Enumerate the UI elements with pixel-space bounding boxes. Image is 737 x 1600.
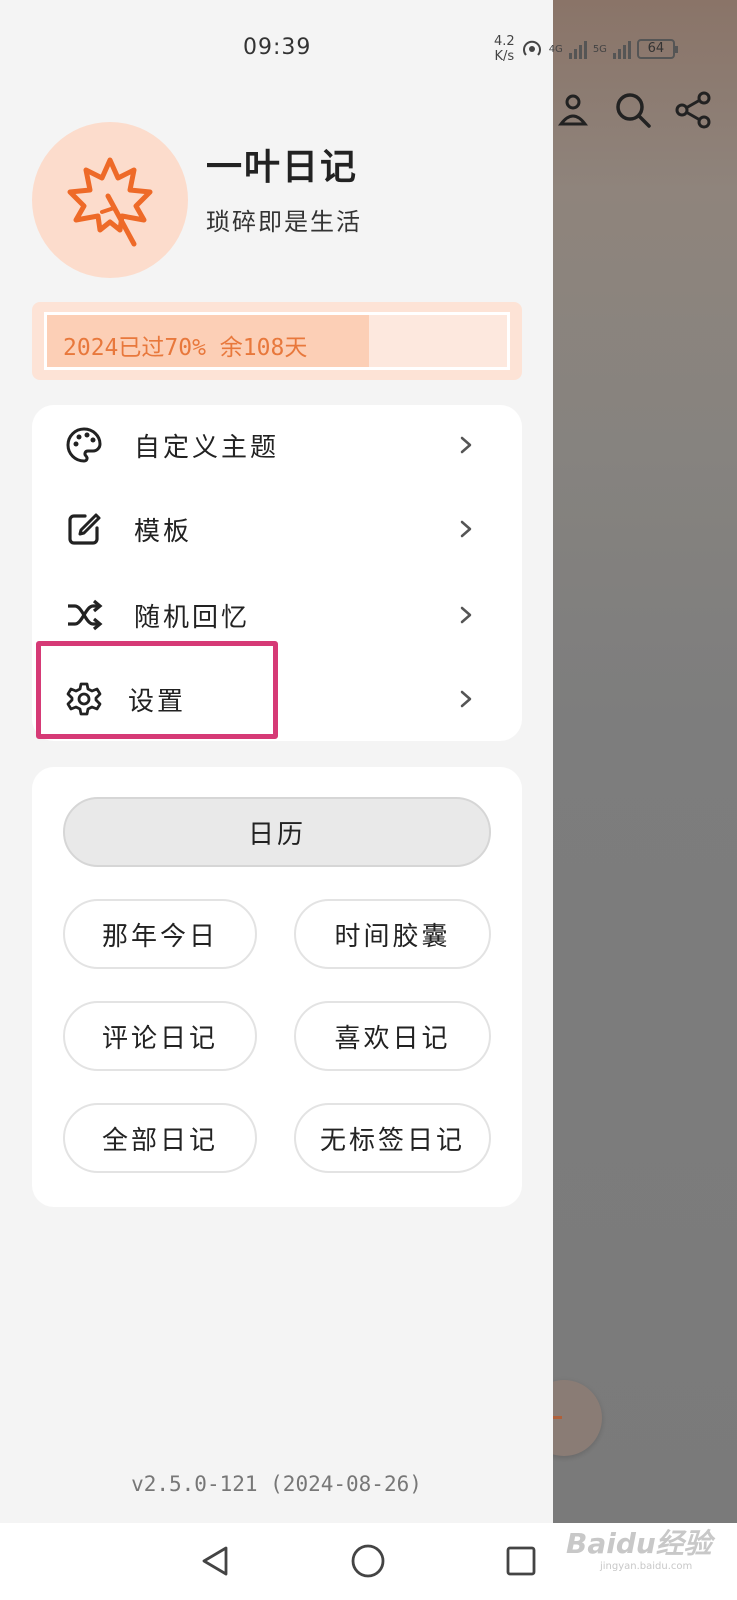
chevron-right-icon	[460, 690, 472, 708]
person-icon	[557, 94, 589, 126]
menu-item-label: 模板	[134, 516, 193, 547]
navigation-drawer: 09:39 4.2 K/s 4G 5G 64 一叶日记 琐碎即是生活 2024已…	[0, 0, 678, 1523]
search-icon	[616, 93, 651, 128]
home-circle-icon	[351, 1544, 385, 1578]
watermark-url: jingyan.baidu.com	[600, 1561, 693, 1572]
menu-item-label: 随机回忆	[134, 602, 251, 633]
year-progress-text: 2024已过70% 余108天	[63, 335, 308, 361]
background-toolbar	[553, 90, 713, 130]
diary-filter-card: 日历 那年今日 时间胶囊 评论日记 喜欢日记 全部日记 无标签日记	[32, 767, 522, 1207]
signal-icon	[568, 39, 587, 59]
year-progress-track: 2024已过70% 余108天	[44, 312, 510, 370]
recents-square-icon	[506, 1546, 536, 1576]
app-version: v2.5.0-121 (2024-08-26)	[131, 1472, 422, 1496]
time-capsule-button[interactable]: 时间胶囊	[294, 899, 491, 969]
maple-leaf-icon	[67, 157, 153, 247]
year-progress: 2024已过70% 余108天	[32, 302, 522, 380]
commented-diary-button[interactable]: 评论日记	[63, 1001, 257, 1071]
network-speed: 4.2 K/s	[494, 34, 515, 64]
liked-diary-button[interactable]: 喜欢日记	[294, 1001, 491, 1071]
calendar-button[interactable]: 日历	[63, 797, 491, 867]
share-icon	[675, 91, 711, 129]
app-logo	[32, 122, 188, 278]
all-diary-button[interactable]: 全部日记	[63, 1103, 257, 1173]
app-subtitle: 琐碎即是生活	[206, 208, 362, 236]
untagged-diary-button[interactable]: 无标签日记	[294, 1103, 491, 1173]
status-indicators: 4.2 K/s 4G 5G 64	[494, 34, 678, 64]
on-this-day-button[interactable]: 那年今日	[63, 899, 257, 969]
status-time: 09:39	[243, 35, 312, 60]
chevron-right-icon	[460, 520, 472, 538]
menu-item-template[interactable]: 模板	[32, 489, 522, 569]
menu-item-custom-theme[interactable]: 自定义主题	[32, 405, 522, 485]
back-button[interactable]	[195, 1541, 235, 1581]
chevron-right-icon	[460, 436, 472, 454]
palette-icon	[64, 425, 104, 465]
battery-icon: 64	[636, 39, 678, 59]
network-type-2: 5G	[592, 43, 607, 55]
signal-icon	[612, 39, 631, 59]
home-button[interactable]	[348, 1541, 388, 1581]
recents-button[interactable]	[501, 1541, 541, 1581]
chevron-right-icon	[460, 606, 472, 624]
settings-highlight-box	[36, 641, 278, 739]
watermark-logo: Baidu经验	[566, 1527, 712, 1560]
edit-icon	[64, 509, 104, 549]
menu-item-label: 自定义主题	[134, 432, 280, 463]
network-type-1: 4G	[548, 43, 563, 55]
back-triangle-icon	[202, 1546, 228, 1576]
shuffle-icon	[64, 595, 104, 635]
app-title: 一叶日记	[206, 147, 359, 188]
hotspot-icon	[522, 40, 541, 56]
